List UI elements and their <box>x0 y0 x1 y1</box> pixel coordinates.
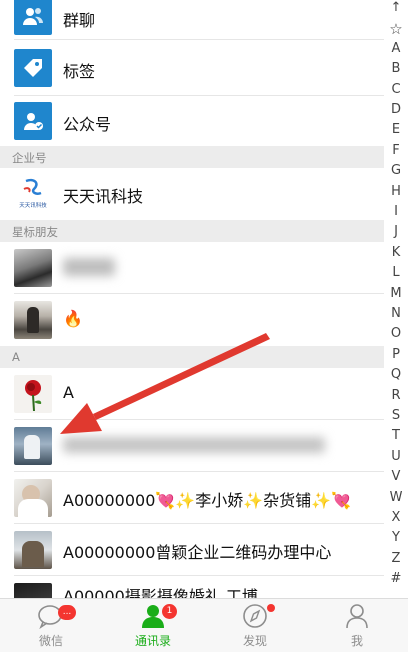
compass-icon <box>243 604 267 628</box>
new-dot <box>267 604 275 612</box>
section-header-starred: 星标朋友 <box>0 220 384 242</box>
contact-label: 群聊 <box>63 11 96 30</box>
unread-badge: 1 <box>162 604 177 619</box>
group-icon <box>14 0 52 35</box>
index-letter[interactable]: B <box>384 61 408 76</box>
contact-row-enterprise[interactable]: 天天讯科技 天天讯科技 <box>0 168 384 220</box>
blurred-name <box>63 258 115 276</box>
index-letter[interactable]: A <box>384 41 408 56</box>
contact-row-tags[interactable]: 标签 <box>0 40 384 96</box>
index-letter[interactable]: T <box>384 428 408 443</box>
section-header-enterprise: 企业号 <box>0 146 384 168</box>
avatar <box>14 301 52 339</box>
company-logo: 天天讯科技 <box>14 175 52 213</box>
contact-row-group-chats[interactable]: 群聊 <box>0 0 384 40</box>
index-letter[interactable]: F <box>384 143 408 158</box>
tab-chats[interactable]: ... 微信 <box>0 599 102 652</box>
section-header-a: A <box>0 346 384 368</box>
index-letter[interactable]: O <box>384 326 408 341</box>
index-letter[interactable]: N <box>384 306 408 321</box>
index-letter[interactable]: Y <box>384 530 408 545</box>
section-title: 企业号 <box>12 151 47 165</box>
index-letter[interactable]: D <box>384 102 408 117</box>
tab-label: 微信 <box>38 634 63 648</box>
contact-label: A00000摄影摄像婚礼 工博 <box>63 587 258 598</box>
section-title: A <box>12 350 20 364</box>
official-account-icon <box>14 102 52 140</box>
index-letter[interactable]: E <box>384 122 408 137</box>
index-letter[interactable]: Z <box>384 551 408 566</box>
index-letter[interactable]: # <box>384 571 408 586</box>
tab-me[interactable]: 我 <box>306 599 408 652</box>
tab-label: 我 <box>350 634 363 648</box>
index-letter[interactable]: ↑ <box>384 0 408 15</box>
tag-icon <box>14 49 52 87</box>
index-letter[interactable]: U <box>384 449 408 464</box>
contact-label: 🔥 <box>63 309 83 328</box>
index-letter[interactable]: W <box>384 490 408 505</box>
avatar <box>14 249 52 287</box>
avatar <box>14 375 52 413</box>
index-letter[interactable]: S <box>384 408 408 423</box>
contact-row-a-4[interactable]: A00000000曾颖企业二维码办理中心 <box>0 524 384 576</box>
index-letter[interactable]: L <box>384 265 408 280</box>
unread-badge: ... <box>58 605 76 620</box>
avatar <box>14 531 52 569</box>
blurred-name <box>63 437 325 453</box>
contact-label: A <box>63 383 74 402</box>
contact-label: 天天讯科技 <box>63 187 144 206</box>
tab-contacts[interactable]: 1 通讯录 <box>102 599 204 652</box>
alphabet-index[interactable]: ↑ ☆ A B C D E F G H I J K L M N O P Q R S T U V W X Y Z # <box>384 0 408 598</box>
contact-row-official-accounts[interactable]: 公众号 <box>0 96 384 146</box>
contacts-list: 群聊 标签 公众号 企业号 天天讯科技 天天讯科技 星标朋友 🔥 A A A00… <box>0 0 384 598</box>
contact-row-a-2[interactable] <box>0 420 384 472</box>
section-title: 星标朋友 <box>12 225 58 239</box>
contact-row-a-3[interactable]: A00000000💘✨李小娇✨杂货铺✨💘 <box>0 472 384 524</box>
contact-label: 公众号 <box>63 115 112 134</box>
index-letter[interactable]: M <box>384 286 408 301</box>
contact-row-starred-1[interactable] <box>0 242 384 294</box>
index-letter[interactable]: H <box>384 184 408 199</box>
contact-row-a-1[interactable]: A <box>0 368 384 420</box>
index-letter[interactable]: J <box>384 224 408 239</box>
index-letter[interactable]: X <box>384 510 408 525</box>
index-letter[interactable]: ☆ <box>384 20 408 38</box>
tab-discover[interactable]: 发现 <box>204 599 306 652</box>
avatar <box>14 479 52 517</box>
contact-label: 标签 <box>63 62 96 81</box>
index-letter[interactable]: Q <box>384 367 408 382</box>
contact-row-starred-2[interactable]: 🔥 <box>0 294 384 346</box>
contact-row-a-5[interactable]: A00000摄影摄像婚礼 工博 <box>0 576 384 598</box>
person-icon <box>346 604 368 629</box>
tab-label: 通讯录 <box>134 634 171 648</box>
contact-label: A00000000💘✨李小娇✨杂货铺✨💘 <box>63 491 351 510</box>
company-logo-text: 天天讯科技 <box>19 201 47 209</box>
index-letter[interactable]: K <box>384 245 408 260</box>
index-letter[interactable]: I <box>384 204 408 219</box>
avatar <box>14 427 52 465</box>
index-letter[interactable]: P <box>384 347 408 362</box>
bottom-tab-bar: ... 微信 1 通讯录 发现 我 <box>0 598 408 652</box>
tab-label: 发现 <box>242 634 267 648</box>
index-letter[interactable]: G <box>384 163 408 178</box>
contact-label: A00000000曾颖企业二维码办理中心 <box>63 543 332 562</box>
index-letter[interactable]: V <box>384 469 408 484</box>
index-letter[interactable]: C <box>384 82 408 97</box>
avatar <box>14 583 52 598</box>
index-letter[interactable]: R <box>384 388 408 403</box>
